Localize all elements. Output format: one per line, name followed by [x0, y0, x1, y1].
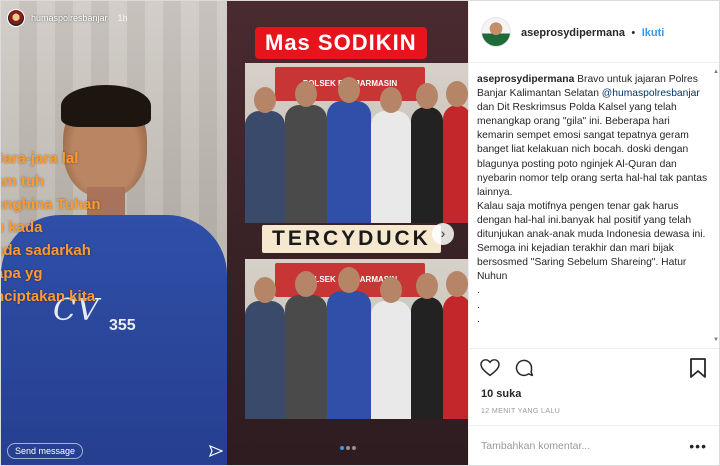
caption-area: aseprosydipermana Bravo untuk jajaran Po…: [469, 63, 719, 348]
group-photo-top: POLSEK BANJARMASIN: [245, 63, 468, 223]
shirt-number: 355: [109, 317, 136, 334]
dot-line: .: [477, 313, 480, 325]
story-line: ada sadarkah: [1, 242, 91, 259]
story-line: Jara-jara lal: [1, 150, 79, 167]
person-figure: [371, 87, 411, 223]
story-line: am tuh: [1, 173, 45, 190]
post-modal: humaspolresbanjar 1h CV 355 Jara-jara la…: [0, 0, 720, 466]
post-timestamp: 12 MENIT YANG LALU: [481, 408, 561, 415]
comments-panel: aseprosydipermana • Ikuti aseprosydiperm…: [468, 1, 719, 465]
caption-paragraph: Kalau saja motifnya pengen tenar gak har…: [477, 200, 706, 283]
more-options-button[interactable]: •••: [689, 438, 707, 454]
action-bar: [469, 348, 719, 386]
comment-box: •••: [469, 425, 719, 465]
follow-button[interactable]: Ikuti: [642, 27, 665, 39]
comment-icon: [515, 359, 534, 376]
post-media[interactable]: humaspolresbanjar 1h CV 355 Jara-jara la…: [1, 1, 468, 465]
story-footer: Send message: [7, 443, 224, 459]
group-photo-bottom: POLSEK BANJARMASIN: [245, 259, 468, 419]
person-figure: [245, 277, 285, 419]
person-figure: [443, 271, 468, 419]
person-figure: [327, 267, 371, 419]
person-figure: [443, 81, 468, 223]
dot-line: .: [477, 285, 480, 297]
dot-line: .: [477, 299, 480, 311]
share-icon: [208, 444, 224, 458]
person-figure: [245, 87, 285, 223]
separator-dot: •: [631, 26, 636, 39]
person-figure: [327, 77, 371, 223]
carousel-dot: [345, 446, 350, 450]
story-line: u kada: [1, 219, 43, 236]
scroll-up-icon[interactable]: ▲: [713, 69, 719, 75]
story-username: humaspolresbanjar: [31, 13, 108, 23]
chevron-right-icon: ›: [440, 225, 446, 241]
person-figure: [411, 83, 443, 223]
heart-icon: [480, 358, 500, 376]
bookmark-icon: [690, 357, 706, 378]
story-line: apa yg: [1, 265, 43, 282]
caption-dots: . . .: [477, 284, 709, 326]
send-message-button: Send message: [7, 443, 84, 459]
story-header: humaspolresbanjar 1h: [7, 9, 128, 27]
story-overlay-text: Jara-jara lal am tuh enghina Tuhan u kad…: [1, 147, 101, 308]
person-figure: [371, 277, 411, 419]
name-badge: Mas SODIKIN: [255, 27, 427, 59]
tercyduck-label: TERCYDUCK: [262, 225, 441, 253]
carousel-dots: [227, 437, 468, 455]
person-figure: [411, 273, 443, 419]
mention-link[interactable]: @humaspolresbanjar: [602, 88, 700, 99]
caption-username[interactable]: aseprosydipermana: [477, 74, 574, 85]
like-button[interactable]: [479, 357, 501, 379]
story-time: 1h: [117, 13, 128, 23]
caption-part: dan Dit Reskrimsus Polda Kalsel yang tel…: [477, 102, 708, 198]
carousel-dot: [339, 446, 344, 450]
collage-image: Mas SODIKIN POLSEK BANJARMASIN TERCYDUCK…: [227, 1, 468, 465]
story-line: nciptakan kita: [1, 288, 96, 305]
caption-text: aseprosydipermana Bravo untuk jajaran Po…: [477, 73, 709, 200]
person-figure: [285, 271, 327, 419]
caption-scrollbar[interactable]: ▲ ▼: [713, 69, 719, 343]
story-avatar: [7, 9, 25, 27]
next-arrow-button[interactable]: ›: [432, 223, 454, 245]
story-screenshot: humaspolresbanjar 1h CV 355 Jara-jara la…: [1, 1, 227, 465]
save-button[interactable]: [687, 357, 709, 379]
post-header: aseprosydipermana • Ikuti: [469, 1, 719, 63]
avatar[interactable]: [481, 16, 511, 47]
story-line: enghina Tuhan: [1, 196, 101, 213]
likes-count[interactable]: 10 suka: [469, 386, 719, 402]
carousel-dot: [351, 446, 356, 450]
comment-button[interactable]: [513, 357, 535, 379]
comment-input[interactable]: [481, 439, 690, 452]
person-figure: [285, 81, 327, 223]
scroll-down-icon[interactable]: ▼: [713, 337, 719, 343]
header-username[interactable]: aseprosydipermana: [521, 27, 625, 39]
person-hair: [61, 85, 151, 127]
